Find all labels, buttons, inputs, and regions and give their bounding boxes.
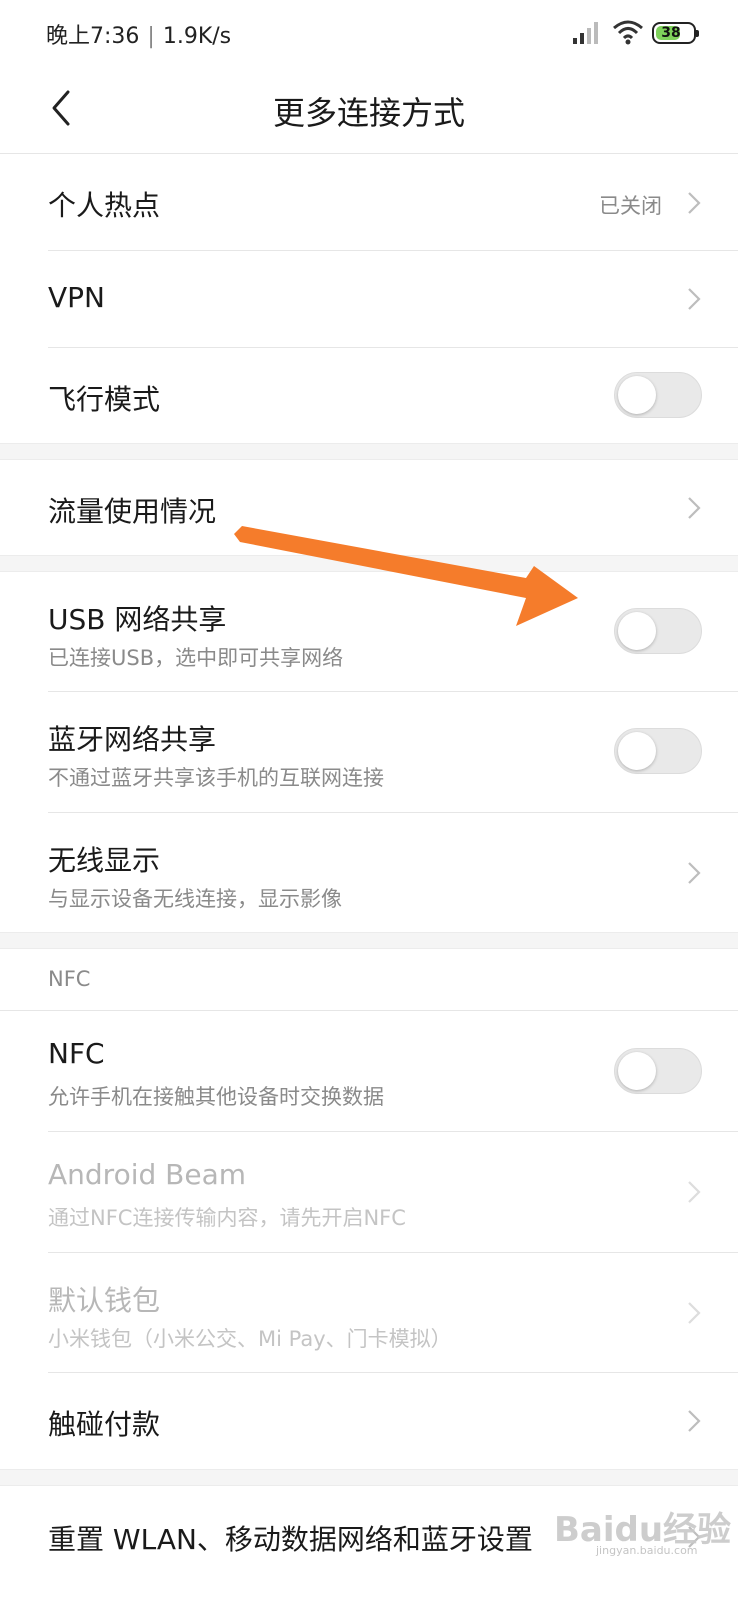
- wireless-display-row[interactable]: 无线显示 与显示设备无线连接，显示影像: [0, 813, 738, 932]
- android-beam-description: 通过NFC连接传输内容，请先开启NFC: [48, 1206, 406, 1230]
- usb-tethering-toggle[interactable]: [614, 608, 702, 654]
- bluetooth-tethering-description: 不通过蓝牙共享该手机的互联网连接: [48, 766, 384, 790]
- chevron-right-icon: [688, 1302, 701, 1324]
- section-gap: [0, 932, 738, 949]
- chevron-right-icon: [688, 1526, 701, 1548]
- reset-network-row[interactable]: 重置 WLAN、移动数据网络和蓝牙设置: [0, 1486, 738, 1600]
- hotspot-label: 个人热点: [48, 189, 161, 222]
- hotspot-row[interactable]: 个人热点 已关闭: [0, 154, 738, 250]
- section-gap: [0, 555, 738, 572]
- nfc-section-header: NFC: [0, 949, 738, 1010]
- bluetooth-tethering-label: 蓝牙网络共享: [48, 723, 217, 756]
- nfc-row[interactable]: NFC 允许手机在接触其他设备时交换数据: [0, 1011, 738, 1131]
- wireless-display-label: 无线显示: [48, 844, 161, 877]
- android-beam-label: Android Beam: [48, 1158, 247, 1191]
- toggle-knob: [618, 1052, 656, 1090]
- bluetooth-tethering-row[interactable]: 蓝牙网络共享 不通过蓝牙共享该手机的互联网连接: [0, 692, 738, 812]
- chevron-right-icon: [688, 497, 701, 519]
- default-wallet-label: 默认钱包: [48, 1284, 161, 1317]
- data-usage-label: 流量使用情况: [48, 495, 217, 528]
- toggle-knob: [618, 732, 656, 770]
- chevron-right-icon: [688, 1410, 701, 1432]
- bluetooth-tethering-toggle[interactable]: [614, 728, 702, 774]
- nfc-section-title: NFC: [48, 967, 91, 991]
- status-time: 晚上7:36: [46, 24, 140, 49]
- toggle-knob: [618, 376, 656, 414]
- usb-tethering-row[interactable]: USB 网络共享 已连接USB，选中即可共享网络: [0, 572, 738, 691]
- airplane-mode-toggle[interactable]: [614, 372, 702, 418]
- battery-icon: 38: [652, 22, 699, 44]
- wifi-icon: [613, 20, 643, 45]
- tap-and-pay-row[interactable]: 触碰付款: [0, 1373, 738, 1469]
- header: 更多连接方式: [0, 66, 738, 154]
- airplane-mode-row[interactable]: 飞行模式: [0, 348, 738, 443]
- reset-network-label: 重置 WLAN、移动数据网络和蓝牙设置: [48, 1523, 533, 1556]
- nfc-description: 允许手机在接触其他设备时交换数据: [48, 1085, 384, 1109]
- network-speed: 1.9K/s: [162, 24, 232, 49]
- usb-tethering-label: USB 网络共享: [48, 603, 227, 636]
- android-beam-row[interactable]: Android Beam 通过NFC连接传输内容，请先开启NFC: [0, 1132, 738, 1252]
- nfc-label: NFC: [48, 1037, 105, 1070]
- tap-and-pay-label: 触碰付款: [48, 1408, 161, 1441]
- toggle-knob: [618, 612, 656, 650]
- data-usage-row[interactable]: 流量使用情况: [0, 460, 738, 555]
- status-bar: 晚上7:36 | 1.9K/s 38: [0, 0, 738, 66]
- default-wallet-row[interactable]: 默认钱包 小米钱包（小米公交、Mi Pay、门卡模拟）: [0, 1253, 738, 1372]
- section-gap: [0, 1469, 738, 1486]
- wireless-display-description: 与显示设备无线连接，显示影像: [48, 887, 342, 911]
- chevron-right-icon: [688, 1181, 701, 1203]
- nfc-toggle[interactable]: [614, 1048, 702, 1094]
- vpn-row[interactable]: VPN: [0, 251, 738, 347]
- signal-icon: [573, 22, 598, 44]
- chevron-right-icon: [688, 862, 701, 884]
- section-gap: [0, 443, 738, 460]
- chevron-right-icon: [688, 288, 701, 310]
- status-left: 晚上7:36 | 1.9K/s: [46, 18, 231, 50]
- status-separator: |: [147, 24, 155, 49]
- default-wallet-description: 小米钱包（小米公交、Mi Pay、门卡模拟）: [48, 1327, 452, 1351]
- battery-level: 38: [661, 25, 681, 41]
- chevron-right-icon: [688, 192, 701, 214]
- hotspot-status: 已关闭: [599, 194, 662, 218]
- battery-tip: [696, 30, 699, 37]
- page-title: 更多连接方式: [272, 94, 465, 132]
- usb-tethering-description: 已连接USB，选中即可共享网络: [48, 646, 344, 670]
- vpn-label: VPN: [48, 281, 105, 314]
- airplane-mode-label: 飞行模式: [48, 383, 161, 416]
